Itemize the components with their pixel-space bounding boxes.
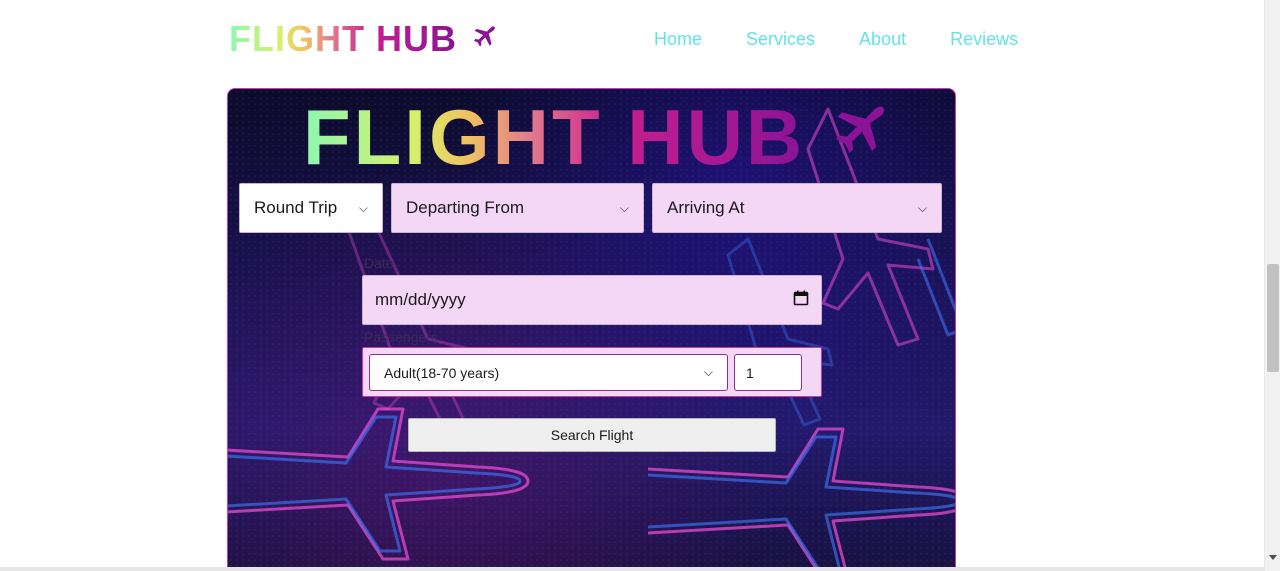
flight-search-hero: FLIGHT HUB Round Trip ⌵ Departing From ⌵… (227, 88, 956, 571)
trip-type-select[interactable]: Round Trip ⌵ (239, 183, 383, 233)
site-header: FLIGHT HUB Home Services About Reviews (0, 0, 1264, 80)
hero-title-text: FLIGHT HUB (303, 93, 806, 181)
horizontal-edge (0, 567, 1264, 571)
date-input[interactable]: mm/dd/yyyy (362, 275, 822, 325)
nav-services[interactable]: Services (746, 28, 815, 50)
vertical-scrollbar[interactable] (1264, 0, 1280, 571)
nav-home[interactable]: Home (654, 28, 702, 50)
passengers-group: Adult(18-70 years) ⌵ 1 (362, 347, 822, 397)
passenger-count-value: 1 (746, 364, 754, 381)
passengers-label: Passengers (364, 329, 438, 345)
trip-type-value: Round Trip (254, 198, 338, 217)
date-label: Date (364, 255, 394, 271)
chevron-down-icon: ⌵ (619, 200, 629, 215)
chevron-down-icon: ⌵ (703, 365, 713, 379)
calendar-icon[interactable] (793, 290, 809, 311)
hero-title: FLIGHT HUB (303, 95, 891, 179)
main-nav: Home Services About Reviews (654, 28, 1018, 50)
brand-logo[interactable]: FLIGHT HUB (229, 18, 499, 60)
departing-from-value: Departing From (406, 198, 525, 217)
brand-name: FLIGHT HUB (229, 18, 457, 59)
departing-from-select[interactable]: Departing From ⌵ (391, 183, 644, 233)
airplane-icon (827, 99, 891, 168)
nav-about[interactable]: About (859, 28, 906, 50)
scrollbar-thumb[interactable] (1267, 264, 1279, 372)
airplane-icon (469, 23, 499, 56)
route-selectors: Round Trip ⌵ Departing From ⌵ Arriving A… (239, 183, 942, 233)
arriving-at-select[interactable]: Arriving At ⌵ (652, 183, 942, 233)
chevron-down-icon: ⌵ (358, 200, 368, 215)
nav-reviews[interactable]: Reviews (950, 28, 1018, 50)
search-flight-button[interactable]: Search Flight (408, 418, 776, 452)
passenger-count-input[interactable]: 1 (734, 354, 802, 391)
chevron-down-icon: ⌵ (917, 200, 927, 215)
scroll-down-arrow-icon[interactable] (1269, 555, 1277, 560)
age-group-select[interactable]: Adult(18-70 years) ⌵ (369, 354, 728, 391)
arriving-at-value: Arriving At (667, 198, 745, 217)
date-input-value: mm/dd/yyyy (375, 290, 466, 309)
age-group-value: Adult(18-70 years) (384, 364, 500, 381)
